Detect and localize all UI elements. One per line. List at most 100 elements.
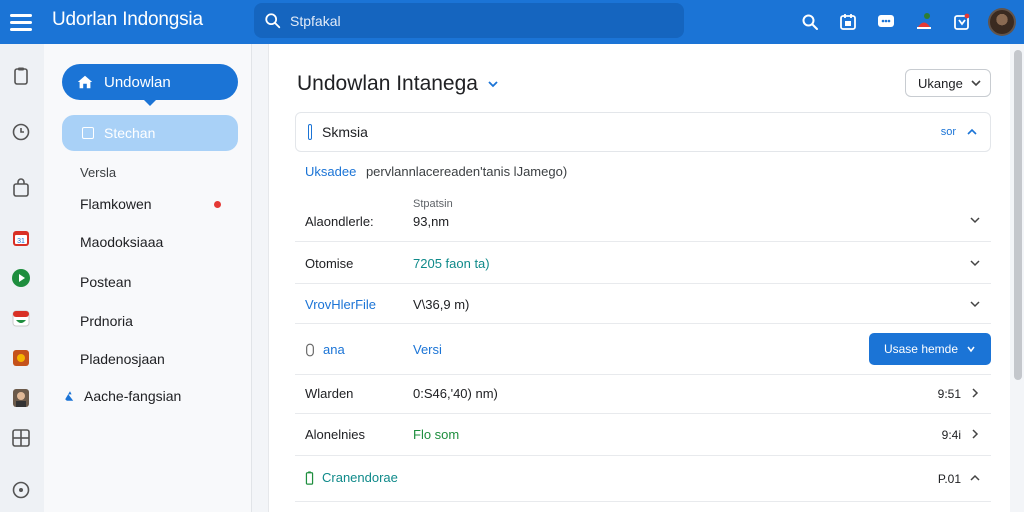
app-title: Udorlan Indongsia <box>52 9 203 30</box>
apps-icon <box>954 13 970 30</box>
photo-icon <box>13 350 29 366</box>
battery-icon <box>305 470 314 485</box>
square-icon <box>82 127 94 139</box>
row-label: VrovHlerFile <box>305 297 377 312</box>
sidebar-item-label: Undowlan <box>104 73 171 91</box>
row-value: V\36,9 m) <box>413 297 470 312</box>
chevron-right-icon <box>972 429 979 439</box>
sidebar-section-label: Versla <box>80 165 117 180</box>
sidebar-item-label: Maodoksiaaa <box>80 234 164 250</box>
rail-item-history[interactable] <box>11 122 31 142</box>
description-text: pervlannlacereaden'tanis lJamego) <box>365 164 568 179</box>
person-icon <box>13 389 29 407</box>
row-time: P.01 <box>937 472 961 486</box>
main-panel: Undowlan Intanega Ukange Skmsia sor Uksa… <box>268 44 1010 512</box>
rail-item-photos[interactable] <box>11 348 31 368</box>
page-title[interactable]: Undowlan Intanega <box>297 72 500 96</box>
row-label: Wlarden <box>305 386 354 401</box>
search-icon <box>802 14 818 30</box>
view-select[interactable]: Ukange <box>905 69 991 97</box>
chat-button[interactable] <box>874 10 898 34</box>
sidebar-item-primary[interactable]: Undowlan <box>62 64 238 106</box>
rail-item-store[interactable] <box>11 178 31 198</box>
calendar-app-icon: 31 <box>13 231 29 246</box>
table-row[interactable]: Otomise 7205 faon ta) <box>295 242 991 284</box>
sidebar-item-4[interactable]: Pladenosjaan <box>80 351 165 367</box>
svg-text:31: 31 <box>17 238 25 245</box>
primary-action-label: Usase hemde <box>883 342 959 356</box>
rail-item-settings[interactable] <box>11 480 31 500</box>
play-icon <box>12 269 30 287</box>
row-label-wrap: Cranendorae <box>305 470 398 485</box>
search-box[interactable] <box>254 3 684 38</box>
calendar-button[interactable] <box>836 10 860 34</box>
section-header[interactable]: Skmsia sor <box>295 112 991 152</box>
sidebar-item-label: Postean <box>80 274 132 290</box>
chevron-down-icon <box>970 260 980 267</box>
top-icon-group <box>784 0 1024 44</box>
row-value: Flo som <box>413 427 460 442</box>
rail-item-flag[interactable] <box>11 308 31 328</box>
sidebar-item-label: Prdnoria <box>80 313 133 329</box>
row-value: 93,nm <box>413 214 450 229</box>
apps-button[interactable] <box>950 10 974 34</box>
top-app-bar: Udorlan Indongsia <box>0 0 1024 44</box>
row-label: Cranendorae <box>322 470 398 485</box>
rail-item-layout[interactable] <box>11 428 31 448</box>
sidebar-item-2[interactable]: Postean <box>80 274 131 290</box>
table-row[interactable]: Alonelnies Flo som 9:4i <box>295 414 991 456</box>
table-row[interactable]: Wlarden 0:S46,'40) nm) 9:51 <box>295 374 991 414</box>
chevron-down-icon <box>488 81 498 88</box>
section-title: Skmsia <box>322 124 368 140</box>
left-rail: 31 <box>0 44 44 512</box>
clock-icon <box>12 123 30 141</box>
link-icon <box>65 391 74 401</box>
search-toggle-button[interactable] <box>798 10 822 34</box>
section-action-link[interactable]: sor <box>941 126 956 138</box>
menu-icon[interactable] <box>10 9 36 35</box>
sidebar-item-0[interactable]: Flamkowen <box>80 196 221 212</box>
sidebar-item-label: Aache-fangsian <box>84 388 182 404</box>
settings-icon <box>12 481 30 499</box>
row-label: Alaondlerle: <box>305 214 374 229</box>
row-time: 9:51 <box>937 387 961 401</box>
chevron-down-icon <box>967 346 975 353</box>
rail-item-calendar[interactable]: 31 <box>11 228 31 248</box>
table-row[interactable]: Cranendorae P.01 <box>295 456 991 502</box>
sidebar-item-label: Stechan <box>104 125 156 141</box>
primary-action-button[interactable]: Usase hemde <box>869 333 991 365</box>
sidebar: Undowlan Stechan Versla Flamkowen Maodok… <box>44 44 252 512</box>
chevron-down-icon <box>970 217 980 224</box>
search-input[interactable] <box>290 12 670 29</box>
main-scrollbar[interactable] <box>1014 50 1022 380</box>
chevron-down-icon <box>970 301 980 308</box>
row-value: 7205 faon ta) <box>413 256 490 271</box>
table-row[interactable]: VrovHlerFile V\36,9 m) <box>295 284 991 324</box>
row-value: 0:S46,'40) nm) <box>413 386 498 401</box>
table-row[interactable]: Alaondlerle: Stpatsin 93,nm <box>295 196 991 242</box>
row-label: Alonelnies <box>305 427 365 442</box>
sidebar-item-label: Flamkowen <box>80 196 152 212</box>
sidebar-item-1[interactable]: Maodoksiaaa <box>80 234 163 250</box>
row-label: Otomise <box>305 256 354 271</box>
sidebar-item-special[interactable]: Aache-fangsian <box>62 388 181 404</box>
rail-item-play[interactable] <box>11 268 31 288</box>
sidebar-item-secondary[interactable]: Stechan <box>62 115 238 151</box>
row-time: 9:4i <box>941 428 961 442</box>
rail-item-files[interactable] <box>11 66 31 86</box>
sidebar-item-3[interactable]: Prdnoria <box>80 313 133 329</box>
rail-item-contacts[interactable] <box>11 388 31 408</box>
clipboard-icon <box>14 67 28 85</box>
alert-dot-icon <box>214 201 221 208</box>
grid-icon <box>12 429 30 447</box>
user-avatar[interactable] <box>988 8 1016 36</box>
flag-icon <box>12 310 30 327</box>
calendar-icon <box>840 14 856 30</box>
search-icon <box>265 12 281 28</box>
bag-icon <box>13 178 29 197</box>
section-description: Uksadee pervlannlacereaden'tanis lJamego… <box>305 164 567 179</box>
notifications-button[interactable] <box>912 10 936 34</box>
home-icon <box>77 75 93 89</box>
row-label-wrap: ana <box>305 342 345 357</box>
chevron-right-icon <box>972 388 979 398</box>
